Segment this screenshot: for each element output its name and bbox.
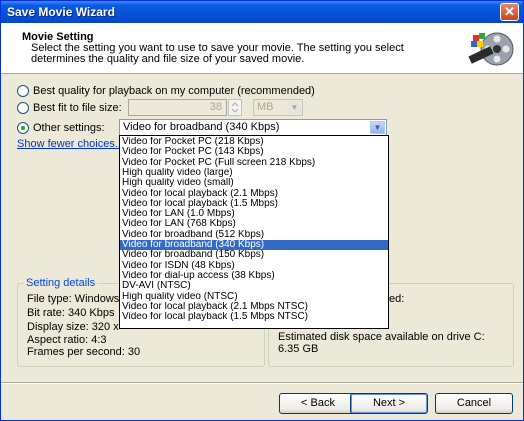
disk-space-label: Estimated disk space available on drive … — [278, 331, 485, 343]
best-quality-radio[interactable] — [17, 85, 29, 97]
estimated-size-label: ed: — [389, 293, 405, 305]
file-size-spinner[interactable] — [228, 99, 242, 116]
dropdown-option[interactable]: Video for broadband (150 Kbps) — [120, 250, 388, 260]
other-settings-select[interactable]: Video for broadband (340 Kbps) ▼ — [119, 119, 387, 136]
spinner-arrows-icon — [231, 102, 239, 113]
show-fewer-choices-link[interactable]: Show fewer choices... — [17, 138, 124, 150]
dropdown-option[interactable]: Video for LAN (1.0 Mbps) — [120, 209, 388, 219]
chevron-down-icon[interactable]: ▼ — [370, 121, 385, 134]
other-settings-value: Video for broadband (340 Kbps) — [123, 121, 280, 133]
file-type-text: File type: Windows — [27, 293, 120, 305]
other-settings-radio[interactable] — [17, 122, 29, 134]
file-size-unit-value: MB — [257, 101, 274, 113]
title-bar[interactable]: Save Movie Wizard ✕ — [1, 1, 523, 23]
best-fit-label: Best fit to file size: — [33, 102, 122, 114]
fps-text: Frames per second: 30 — [27, 346, 141, 358]
settings-dropdown-list[interactable]: Video for Pocket PC (218 Kbps) Video for … — [119, 135, 389, 329]
bit-rate-text: Bit rate: 340 Kbps — [27, 307, 115, 319]
dropdown-option[interactable]: Video for Pocket PC (143 Kbps) — [120, 147, 388, 157]
wizard-header: Movie Setting Select the setting you wan… — [1, 23, 523, 74]
best-quality-option[interactable]: Best quality for playback on my computer… — [17, 85, 315, 97]
display-size-text: Display size: 320 x — [27, 321, 119, 333]
dropdown-option[interactable]: Video for local playback (1.5 Mbps) — [120, 199, 388, 209]
dropdown-option[interactable]: Video for broadband (512 Kbps) — [120, 230, 388, 240]
dropdown-option[interactable]: Video for ISDN (48 Kbps) — [120, 261, 388, 271]
dropdown-option[interactable]: Video for dial-up access (38 Kbps) — [120, 271, 388, 281]
other-settings-option[interactable]: Other settings: — [17, 122, 105, 134]
disk-space-value: 6.35 GB — [278, 343, 319, 355]
dropdown-option[interactable]: Video for local playback (2.1 Mbps) — [120, 189, 388, 199]
close-button[interactable]: ✕ — [500, 3, 519, 21]
dropdown-option[interactable]: High quality video (small) — [120, 178, 388, 188]
best-fit-radio[interactable] — [17, 102, 29, 114]
save-movie-wizard-window: Save Movie Wizard ✕ Movie Setting Select… — [0, 0, 524, 421]
dropdown-option[interactable]: Video for Pocket PC (218 Kbps) — [120, 137, 388, 147]
dropdown-option[interactable]: Video for local playback (2.1 Mbps NTSC) — [120, 302, 388, 312]
dropdown-option[interactable]: High quality video (NTSC) — [120, 292, 388, 302]
dropdown-option[interactable]: Video for LAN (768 Kbps) — [120, 219, 388, 229]
best-quality-label: Best quality for playback on my computer… — [33, 85, 315, 97]
footer-divider — [1, 382, 523, 384]
file-size-unit-select[interactable]: MB ▼ — [253, 99, 303, 116]
dropdown-option[interactable]: DV-AVI (NTSC) — [120, 281, 388, 291]
film-reel-icon — [468, 32, 514, 66]
chevron-down-icon: ▼ — [288, 101, 301, 114]
setting-details-label: Setting details — [24, 277, 98, 289]
dropdown-option[interactable]: Video for Pocket PC (Full screen 218 Kbp… — [120, 158, 388, 168]
best-fit-option[interactable]: Best fit to file size: — [17, 102, 122, 114]
page-description: Select the setting you want to use to sa… — [31, 42, 404, 65]
dropdown-option[interactable]: Video for local playback (1.5 Mbps NTSC) — [120, 312, 388, 322]
back-button[interactable]: < Back — [279, 393, 357, 414]
file-size-field[interactable]: 38 — [128, 99, 227, 116]
aspect-ratio-text: Aspect ratio: 4:3 — [27, 334, 107, 346]
cancel-button[interactable]: Cancel — [435, 393, 513, 414]
window-title: Save Movie Wizard — [7, 5, 115, 19]
next-button[interactable]: Next > — [350, 393, 428, 414]
dropdown-option[interactable]: High quality video (large) — [120, 168, 388, 178]
other-settings-label: Other settings: — [33, 122, 105, 134]
dropdown-option[interactable]: Video for broadband (340 Kbps) — [120, 240, 388, 251]
